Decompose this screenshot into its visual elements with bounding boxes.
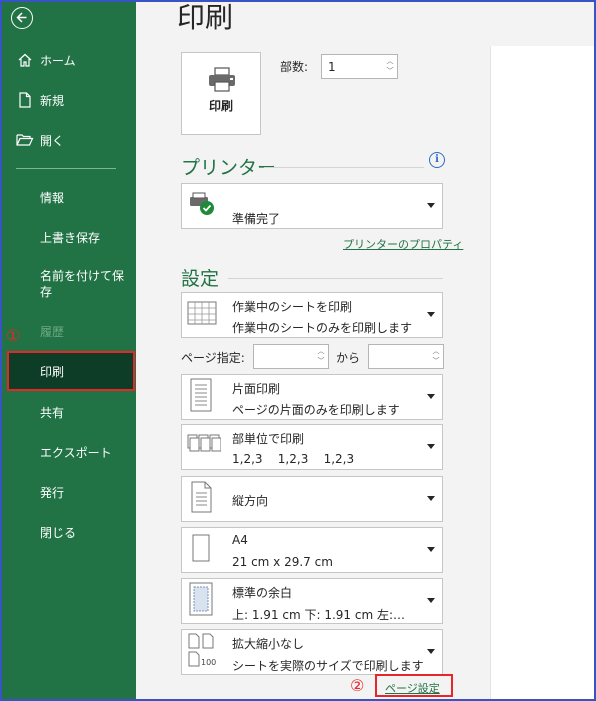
setting-title: 標準の余白 (232, 586, 293, 600)
printer-properties-link[interactable]: プリンターのプロパティ (343, 236, 463, 252)
sidebar-item-label: 閉じる (40, 525, 77, 540)
sidebar-item-publish[interactable]: 発行 (2, 474, 136, 510)
setting-subtitle: 上: 1.91 cm 下: 1.91 cm 左:… (232, 608, 406, 622)
setting-subtitle: シートを実際のサイズで印刷します (232, 659, 424, 673)
setting-title: 部単位で印刷 (232, 432, 305, 446)
chevron-down-icon (427, 649, 435, 654)
print-button[interactable]: 印刷 (181, 52, 261, 135)
paper-size-dropdown[interactable]: A4 21 cm x 29.7 cm (181, 527, 443, 573)
print-what-dropdown[interactable]: 作業中のシートを印刷 作業中のシートのみを印刷します (181, 292, 443, 338)
info-icon[interactable]: i (429, 152, 445, 168)
chevron-down-icon (427, 444, 435, 449)
sidebar-item-history: 履歴 (2, 313, 136, 349)
annotation-marker-2: ② (350, 676, 365, 695)
chevron-down-icon (427, 496, 435, 501)
sidebar-item-label: 上書き保存 (40, 230, 101, 245)
sidebar-item-close[interactable]: 閉じる (2, 514, 136, 550)
setting-subtitle: 作業中のシートのみを印刷します (232, 321, 413, 335)
sidebar-item-label: 情報 (40, 190, 65, 205)
sidebar-divider (16, 168, 116, 169)
sidebar-item-home[interactable]: ホーム (2, 42, 136, 78)
sidebar-item-info[interactable]: 情報 (2, 179, 136, 215)
spin-arrows-icon[interactable]: ︿ ﹀ (316, 346, 326, 366)
sidebar-item-label: 名前を付けて保存 (40, 269, 125, 299)
pages-to-label: から (336, 351, 361, 365)
settings-heading-rule (228, 278, 443, 279)
sidebar-item-export[interactable]: エクスポート (2, 434, 136, 470)
collate-dropdown[interactable]: 部単位で印刷 1,2,3 1,2,3 1,2,3 (181, 424, 443, 470)
backstage-window: ホーム 新規 開く 情報 上書き保存 名前を付けて保存 履歴 ① 印刷 共有 エ… (0, 0, 596, 701)
chevron-down-icon (427, 598, 435, 603)
setting-title: 縦方向 (232, 494, 269, 508)
sheet-grid-icon (187, 301, 217, 329)
paper-size-icon (187, 533, 215, 567)
back-arrow-icon[interactable] (11, 7, 33, 29)
setting-subtitle: 21 cm x 29.7 cm (232, 555, 333, 569)
setting-title: A4 (232, 533, 248, 547)
chevron-down-icon (427, 394, 435, 399)
sidebar-item-label: エクスポート (40, 445, 112, 460)
printer-status: 準備完了 (232, 212, 281, 226)
orientation-dropdown[interactable]: 縦方向 (181, 476, 443, 522)
printer-heading: プリンター (181, 157, 277, 179)
printer-heading-rule (264, 167, 424, 168)
pages-from-input[interactable]: ︿ ﹀ (253, 344, 329, 369)
sidebar-item-new[interactable]: 新規 (2, 82, 136, 118)
sidebar-item-save[interactable]: 上書き保存 (2, 219, 136, 255)
sides-dropdown[interactable]: 片面印刷 ページの片面のみを印刷します (181, 374, 443, 420)
print-pane: 印刷 印刷 部数: 1 ︿ ﹀ プリンター i 準備完了 プリンターのプロパティ… (136, 2, 594, 699)
spin-arrows-icon[interactable]: ︿ ﹀ (431, 346, 441, 366)
sidebar-item-print[interactable]: 印刷 (7, 351, 135, 391)
sidebar-item-label: 開く (40, 133, 65, 148)
setting-subtitle: 1,2,3 1,2,3 1,2,3 (232, 452, 355, 466)
setting-title: 拡大縮小なし (232, 637, 305, 651)
sidebar-item-label: ホーム (40, 53, 76, 68)
one-sided-icon (187, 378, 215, 416)
copies-label: 部数: (280, 60, 309, 74)
chevron-down-icon (427, 547, 435, 552)
svg-text:100: 100 (201, 658, 216, 667)
pages-label: ページ指定: (181, 351, 245, 365)
backstage-sidebar: ホーム 新規 開く 情報 上書き保存 名前を付けて保存 履歴 ① 印刷 共有 エ… (2, 2, 136, 699)
sidebar-item-label: 新規 (40, 93, 65, 108)
setting-subtitle: ページの片面のみを印刷します (232, 403, 400, 417)
scaling-dropdown[interactable]: 100 拡大縮小なし シートを実際のサイズで印刷します (181, 629, 443, 675)
printer-dropdown[interactable]: 準備完了 (181, 183, 443, 229)
print-preview-area (490, 46, 594, 699)
sidebar-item-share[interactable]: 共有 (2, 394, 136, 430)
setting-title: 作業中のシートを印刷 (232, 300, 353, 314)
pages-to-input[interactable]: ︿ ﹀ (368, 344, 444, 369)
printer-icon (207, 67, 237, 97)
setting-title: 片面印刷 (232, 382, 281, 396)
sidebar-item-save-as[interactable]: 名前を付けて保存 (2, 266, 136, 306)
margins-dropdown[interactable]: 標準の余白 上: 1.91 cm 下: 1.91 cm 左:… (181, 578, 443, 624)
annotation-marker-1: ① (6, 326, 21, 345)
sidebar-item-label: 印刷 (40, 364, 65, 379)
new-document-icon (16, 91, 34, 109)
page-setup-link[interactable]: ページ設定 (385, 680, 440, 696)
open-folder-icon (16, 131, 34, 149)
printer-ready-icon (187, 191, 219, 221)
chevron-down-icon (427, 312, 435, 317)
copies-value: 1 (328, 60, 336, 74)
sidebar-item-label: 発行 (40, 485, 65, 500)
chevron-down-icon (427, 203, 435, 208)
margins-icon (187, 582, 215, 620)
sidebar-item-open[interactable]: 開く (2, 122, 136, 158)
home-icon (16, 51, 34, 69)
print-button-label: 印刷 (208, 99, 233, 113)
spin-arrows-icon[interactable]: ︿ ﹀ (385, 56, 395, 76)
settings-heading: 設定 (181, 268, 220, 290)
sidebar-item-label: 共有 (40, 405, 65, 420)
portrait-icon (187, 481, 215, 517)
scaling-icon: 100 (187, 632, 217, 672)
page-title: 印刷 (177, 1, 234, 34)
collate-icon (187, 432, 222, 462)
copies-stepper[interactable]: 1 ︿ ﹀ (321, 54, 398, 79)
